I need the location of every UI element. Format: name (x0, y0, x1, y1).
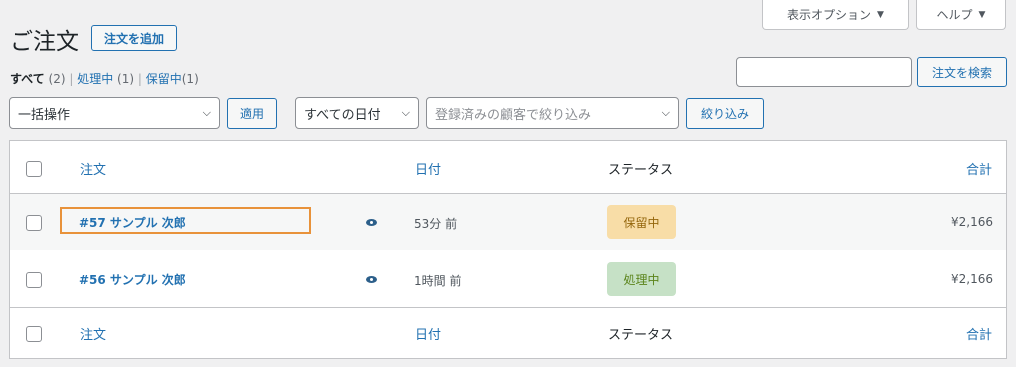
order-date: 53分 前 (414, 217, 458, 231)
filter-processing-count: (1) (117, 72, 135, 86)
date-filter-value: すべての日付 (304, 107, 381, 123)
filter-processing-link[interactable]: 処理中 (1) (77, 72, 134, 86)
filter-on-hold-label: 保留中 (145, 72, 182, 86)
row-checkbox[interactable] (26, 272, 42, 288)
column-order-header[interactable]: 注文 (80, 159, 106, 178)
filter-button[interactable]: 絞り込み (686, 98, 764, 129)
column-total-header[interactable]: 合計 (966, 324, 992, 343)
status-filter-links: すべて (2) | 処理中 (1) | 保留中(1) (10, 70, 199, 87)
date-filter-select[interactable]: すべての日付 ⌵ (295, 97, 419, 129)
order-link[interactable]: #57 サンプル 次郎 (79, 214, 186, 231)
help-label: ヘルプ (936, 8, 973, 22)
column-date-header[interactable]: 日付 (415, 324, 441, 343)
search-input[interactable] (736, 57, 912, 87)
order-total: ¥2,166 (951, 272, 993, 286)
customer-filter-placeholder: 登録済みの顧客で絞り込み (435, 107, 592, 123)
filter-on-hold-count: (1) (181, 72, 199, 86)
screen-options-tab[interactable]: 表示オプション ▼ (762, 0, 909, 30)
filter-processing-label: 処理中 (77, 72, 114, 86)
filter-all-count: (2) (48, 72, 66, 86)
select-all-checkbox[interactable] (26, 161, 42, 177)
column-order-header[interactable]: 注文 (80, 324, 106, 343)
table-footer-row: 注文 日付 ステータス 合計 (10, 308, 1006, 358)
customer-filter-select[interactable]: 登録済みの顧客で絞り込み ⌵ (426, 97, 679, 129)
column-date-header[interactable]: 日付 (415, 159, 441, 178)
screen-options-label: 表示オプション (787, 8, 872, 22)
chevron-down-icon: ⌵ (202, 106, 211, 119)
triangle-down-icon: ▼ (877, 9, 884, 20)
status-badge: 処理中 (607, 262, 676, 296)
separator: | (137, 72, 146, 86)
column-status-header: ステータス (608, 163, 674, 178)
chevron-down-icon: ⌵ (661, 106, 670, 119)
filter-all-label: すべて (10, 72, 45, 86)
order-link[interactable]: #56 サンプル 次郎 (79, 271, 186, 288)
order-date: 1時間 前 (414, 274, 462, 288)
table-row[interactable]: #57 サンプル 次郎 53分 前 保留中 ¥2,166 (10, 194, 1006, 250)
status-badge: 保留中 (607, 205, 676, 239)
triangle-down-icon: ▼ (978, 9, 986, 20)
select-all-checkbox[interactable] (26, 326, 42, 342)
row-checkbox[interactable] (26, 215, 42, 231)
orders-table: 注文 日付 ステータス 合計 #57 サンプル 次郎 53分 前 保留中 ¥2,… (9, 140, 1007, 359)
eye-icon[interactable] (366, 276, 377, 283)
filter-on-hold-link[interactable]: 保留中(1) (146, 72, 199, 86)
bulk-action-value: 一括操作 (18, 107, 71, 123)
table-header-row: 注文 日付 ステータス 合計 (10, 141, 1006, 194)
filter-all-link[interactable]: すべて (2) (10, 72, 66, 86)
add-order-button[interactable]: 注文を追加 (91, 25, 177, 51)
column-status-header: ステータス (608, 328, 674, 343)
help-tab[interactable]: ヘルプ ▼ (916, 0, 1006, 30)
chevron-down-icon: ⌵ (401, 106, 410, 119)
search-orders-button[interactable]: 注文を検索 (917, 57, 1007, 87)
bulk-action-select[interactable]: 一括操作 ⌵ (9, 97, 220, 129)
eye-icon[interactable] (366, 219, 377, 226)
order-total: ¥2,166 (951, 215, 993, 229)
table-row[interactable]: #56 サンプル 次郎 1時間 前 処理中 ¥2,166 (10, 251, 1006, 308)
apply-button[interactable]: 適用 (227, 98, 277, 129)
column-total-header[interactable]: 合計 (966, 159, 992, 178)
page-title: ご注文 (10, 29, 79, 55)
